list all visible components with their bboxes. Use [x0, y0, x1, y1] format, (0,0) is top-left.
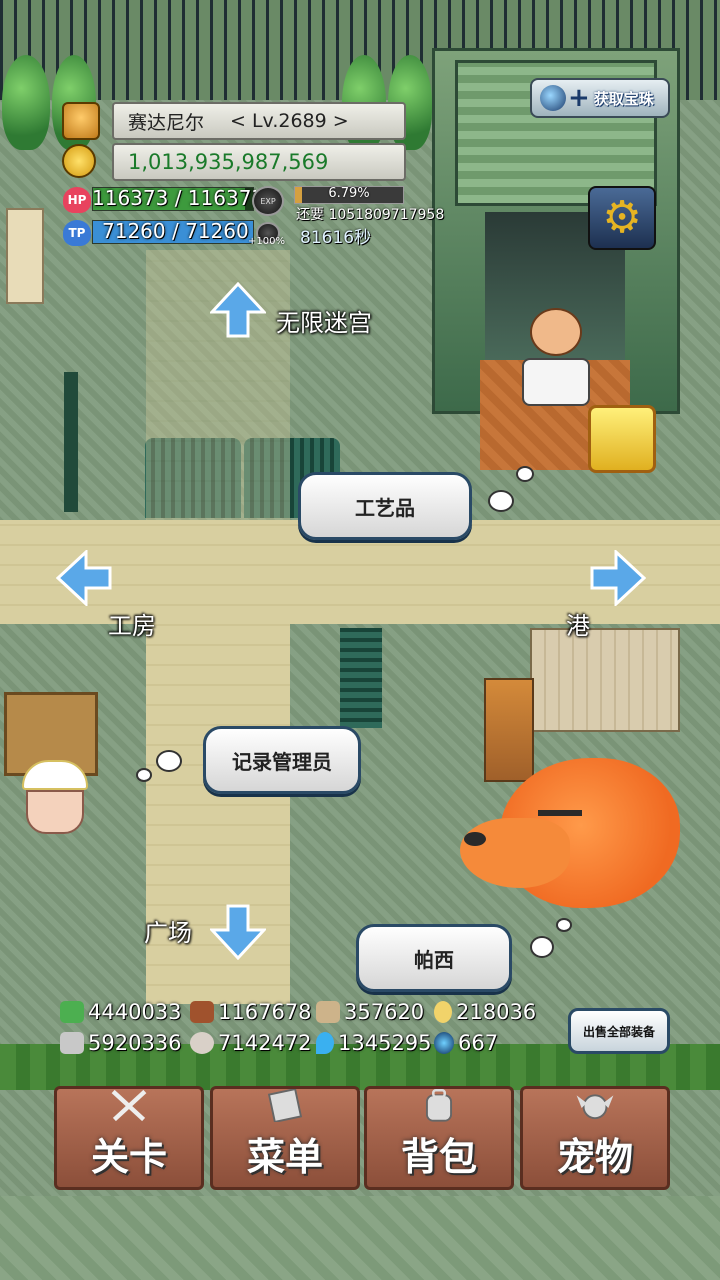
exp-orb-icon: EXP	[252, 186, 284, 216]
bag-label: 背包	[400, 1135, 477, 1179]
get-orbs-label: 获取宝珠	[593, 89, 654, 108]
plank-icon	[316, 1001, 340, 1023]
girl-npc[interactable]	[20, 760, 90, 848]
player-name: 赛达尼尔	[128, 111, 205, 134]
crossed-swords-icon	[111, 1089, 147, 1122]
recorder-label: 记录管理员	[232, 749, 332, 774]
arrow-left-icon[interactable]	[56, 550, 112, 606]
settings-gear-button[interactable]: ⚙	[588, 186, 656, 250]
oil-drop-icon	[434, 1001, 452, 1023]
market-stall	[530, 628, 680, 732]
gold-coin-icon	[62, 144, 96, 178]
resource-oil: 218036	[434, 1000, 536, 1024]
pashi-label: 帕西	[414, 947, 454, 972]
bottom-menu: 关卡 菜单 背包 宠物	[54, 1086, 670, 1192]
exp-remaining: 还要 1051809717958	[296, 207, 445, 223]
lamp-post	[64, 372, 78, 512]
iron-ingot-icon	[60, 1032, 84, 1054]
hp-text: 116373 / 116373	[92, 186, 256, 210]
merchant-npc[interactable]	[522, 308, 590, 406]
timer-text: 81616秒	[300, 228, 372, 248]
bubble-tail	[136, 768, 152, 782]
stage-button[interactable]: 关卡	[54, 1086, 204, 1190]
backpack-icon	[425, 1089, 453, 1122]
water-drop-icon	[316, 1032, 334, 1054]
exp-bonus: +100%	[248, 236, 285, 247]
location-west[interactable]: 工房	[108, 606, 156, 641]
exp-percent: 6.79%	[328, 186, 370, 201]
location-north[interactable]: 无限迷宫	[276, 303, 372, 338]
stage-label: 关卡	[90, 1135, 167, 1179]
sell-all-equipment-button[interactable]: 出售全部装备	[568, 1008, 670, 1054]
location-east[interactable]: 港	[566, 606, 590, 641]
menu-label: 菜单	[246, 1135, 323, 1179]
tp-text: 71260 / 71260	[102, 219, 249, 243]
gold-amount: 1,013,935,987,569	[128, 150, 329, 174]
dragon-icon	[576, 1094, 614, 1120]
stone-icon	[190, 1032, 214, 1054]
wolf-pet[interactable]	[460, 748, 680, 913]
exp-gauge: 6.79%	[294, 186, 404, 204]
orb-icon	[540, 85, 566, 111]
resources-row-1: 4440033 1167678 357620 218036	[60, 1000, 560, 1030]
pashi-bubble[interactable]: 帕西	[356, 924, 512, 992]
resource-wood: 1167678	[190, 1000, 312, 1024]
herb-icon	[60, 1001, 84, 1023]
gear-icon: ⚙	[602, 192, 642, 243]
gold-bar: 1,013,935,987,569	[112, 143, 406, 181]
crafts-label: 工艺品	[355, 495, 415, 520]
recorder-bubble[interactable]: 记录管理员	[203, 726, 361, 794]
bubble-tail	[530, 936, 554, 958]
resources-row-2: 5920336 7142472 1345295 667	[60, 1031, 560, 1061]
resource-water: 1345295	[316, 1031, 432, 1055]
sell-all-label: 出售全部装备	[582, 1024, 655, 1039]
resource-iron: 5920336	[60, 1031, 182, 1055]
bottom-pavement	[0, 1196, 720, 1280]
bubble-tail	[556, 918, 572, 932]
bag-button[interactable]: 背包	[364, 1086, 514, 1190]
player-avatar[interactable]	[62, 102, 100, 140]
resource-plank: 357620	[316, 1000, 424, 1024]
tp-heart-icon: TP	[63, 220, 91, 246]
tree	[2, 55, 50, 150]
get-orbs-button[interactable]: + 获取宝珠	[530, 78, 670, 118]
location-south[interactable]: 广场	[144, 913, 192, 948]
treasure-chest-icon[interactable]	[588, 405, 656, 473]
wall-sign	[6, 208, 44, 304]
pet-label: 宠物	[556, 1135, 633, 1179]
wood-log-icon	[190, 1001, 214, 1023]
plus-icon: +	[568, 83, 590, 113]
book-icon	[267, 1089, 303, 1122]
arrow-down-icon[interactable]	[210, 904, 266, 960]
bubble-tail	[516, 466, 534, 482]
resource-orb: 667	[434, 1031, 498, 1055]
menu-button[interactable]: 菜单	[210, 1086, 360, 1190]
crafts-bubble[interactable]: 工艺品	[298, 472, 472, 540]
bubble-tail	[488, 490, 514, 512]
hp-heart-icon: HP	[63, 187, 91, 213]
player-level: < Lv.2689 >	[230, 110, 349, 132]
bench	[340, 628, 382, 728]
bubble-tail	[156, 750, 182, 772]
player-name-bar: 赛达尼尔 < Lv.2689 >	[112, 102, 406, 140]
blue-orb-icon	[434, 1032, 454, 1054]
arrow-up-icon[interactable]	[210, 282, 266, 338]
arrow-right-icon[interactable]	[590, 550, 646, 606]
resource-herb: 4440033	[60, 1000, 182, 1024]
pet-button[interactable]: 宠物	[520, 1086, 670, 1190]
resource-stone: 7142472	[190, 1031, 312, 1055]
